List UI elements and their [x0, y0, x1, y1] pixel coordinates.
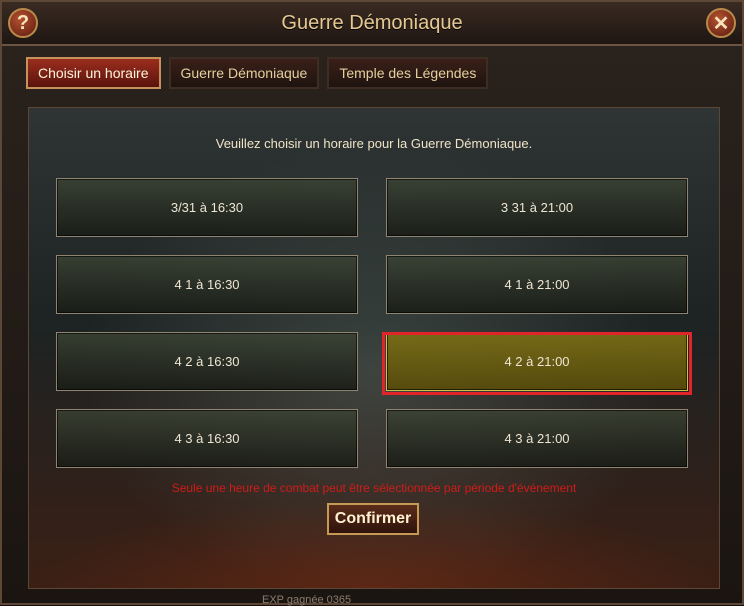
confirm-button[interactable]: Confirmer	[327, 503, 419, 535]
schedule-panel: Veuillez choisir un horaire pour la Guer…	[28, 107, 720, 589]
title-bar: ? Guerre Démoniaque ✕	[2, 2, 742, 46]
partial-footer-text: EXP gagnée 0365	[262, 594, 352, 606]
slot-button[interactable]: 4 1 à 21:00	[386, 255, 688, 314]
slot-button[interactable]: 4 3 à 16:30	[56, 409, 358, 468]
instruction-text: Veuillez choisir un horaire pour la Guer…	[215, 136, 533, 151]
notice-text: Seule une heure de combat peut être séle…	[171, 481, 577, 495]
window-title: Guerre Démoniaque	[281, 12, 463, 34]
tab-choose-schedule[interactable]: Choisir un horaire	[26, 57, 161, 89]
slot-button[interactable]: 4 1 à 16:30	[56, 255, 358, 314]
demon-war-window: ? Guerre Démoniaque ✕ Choisir un horaire…	[0, 0, 744, 606]
close-icon: ✕	[712, 12, 730, 35]
slot-button[interactable]: 4 3 à 21:00	[386, 409, 688, 468]
tab-bar: Choisir un horaire Guerre Démoniaque Tem…	[26, 57, 489, 91]
close-button[interactable]: ✕	[706, 8, 736, 38]
slot-button[interactable]: 3 31 à 21:00	[386, 178, 688, 237]
slot-button[interactable]: 4 2 à 16:30	[56, 332, 358, 391]
tab-temple-legends[interactable]: Temple des Légendes	[327, 57, 489, 89]
slot-button[interactable]: 3/31 à 16:30	[56, 178, 358, 237]
slot-button-selected[interactable]: 4 2 à 21:00	[386, 332, 688, 391]
tab-demon-war[interactable]: Guerre Démoniaque	[168, 57, 320, 89]
